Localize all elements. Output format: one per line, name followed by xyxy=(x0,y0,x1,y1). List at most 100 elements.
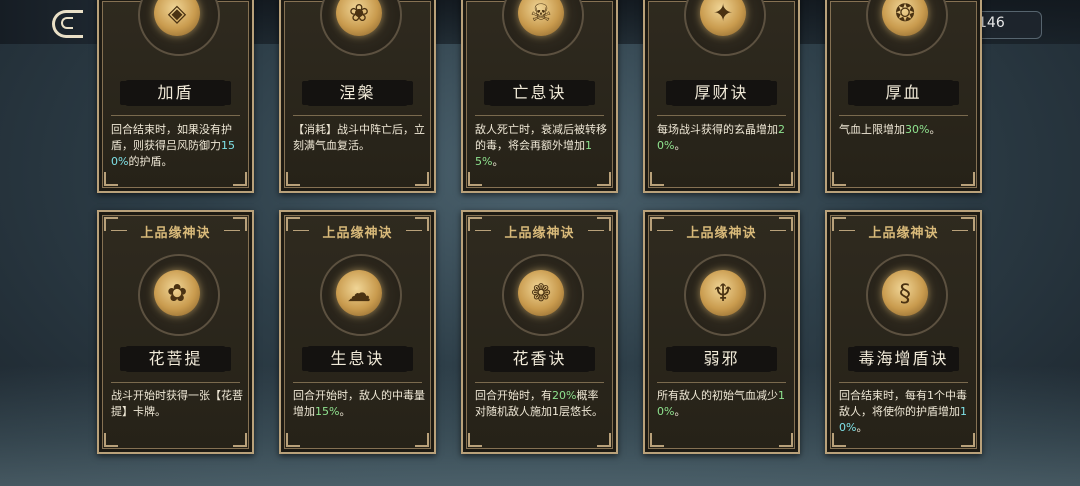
card-name-band: 弱邪 xyxy=(671,346,772,372)
card-emblem: ✿ xyxy=(138,254,220,336)
card-divider xyxy=(839,382,968,383)
card-emblem: ☁ xyxy=(320,254,402,336)
card-description: 回合结束时，如果没有护盾，则获得吕风防御力150%的护盾。 xyxy=(111,123,235,168)
corner-ornament xyxy=(597,433,611,447)
corner-ornament xyxy=(832,433,846,447)
card-emblem: § xyxy=(866,254,948,336)
card-description: 战斗开始时获得一张【花菩提】卡牌。 xyxy=(111,389,243,418)
card-divider xyxy=(839,115,968,116)
card-divider xyxy=(111,115,240,116)
card-grade-title: 上品缘神诀 xyxy=(111,222,240,241)
card-emblem: ❁ xyxy=(502,254,584,336)
card-emblem: ◈ xyxy=(138,0,220,56)
currency-value: 146 xyxy=(978,15,1005,31)
corner-ornament xyxy=(832,172,846,186)
corner-ornament xyxy=(779,217,793,231)
card-name: 亡息诀 xyxy=(512,83,567,102)
card-emblem: ✦ xyxy=(684,0,766,56)
card-description: 每场战斗获得的玄晶增加20%。 xyxy=(657,123,785,152)
card-name: 厚血 xyxy=(885,83,922,102)
corner-ornament xyxy=(286,217,300,231)
back-swirl-icon xyxy=(52,10,83,38)
card-description: 回合开始时，有20%概率对随机敌人施加1层悠长。 xyxy=(475,389,603,418)
card-duhaizengdunjue[interactable]: 上品缘神诀 § 毒海增盾诀 回合结束时，每有1个中毒敌人，将使你的护盾增加10%… xyxy=(825,210,982,454)
scroll-icon: ✦ xyxy=(700,0,746,36)
card-name-band: 毒海增盾诀 xyxy=(853,346,954,372)
serpent-icon: § xyxy=(882,270,928,316)
corner-ornament xyxy=(961,433,975,447)
card-name-band: 涅槃 xyxy=(307,80,408,106)
blood-drop-icon: ❂ xyxy=(882,0,928,36)
card-ruoxie[interactable]: 上品缘神诀 ♆ 弱邪 所有敌人的初始气血减少10%。 xyxy=(643,210,800,454)
card-shengxijue[interactable]: 上品缘神诀 ☁ 生息诀 回合开始时，敌人的中毒量增加15%。 xyxy=(279,210,436,454)
card-emblem: ♆ xyxy=(684,254,766,336)
card-name: 加盾 xyxy=(157,83,194,102)
card-name: 花香诀 xyxy=(512,349,567,368)
card-divider xyxy=(111,382,240,383)
corner-ornament xyxy=(286,433,300,447)
card-description: 回合开始时，敌人的中毒量增加15%。 xyxy=(293,389,425,418)
corner-ornament xyxy=(233,433,247,447)
card-description: 敌人死亡时，衰减后被转移的毒，将会再额外增加15%。 xyxy=(475,123,607,168)
corner-ornament xyxy=(650,172,664,186)
card-name-band: 厚血 xyxy=(853,80,954,106)
card-name: 弱邪 xyxy=(703,349,740,368)
card-description: 回合结束时，每有1个中毒敌人，将使你的护盾增加10%。 xyxy=(839,389,967,434)
card-name-band: 花菩提 xyxy=(125,346,226,372)
card-description: 【消耗】战斗中阵亡后，立刻满气血复活。 xyxy=(293,123,425,152)
flower-icon: ❁ xyxy=(518,270,564,316)
card-emblem: ❀ xyxy=(320,0,402,56)
card-grade-title: 上品缘神诀 xyxy=(475,222,604,241)
corner-ornament xyxy=(415,433,429,447)
corner-ornament xyxy=(104,217,118,231)
card-jiadun[interactable]: ◈ 加盾 回合结束时，如果没有护盾，则获得吕风防御力150%的护盾。 xyxy=(97,0,254,193)
card-divider xyxy=(657,115,786,116)
corner-ornament xyxy=(233,217,247,231)
card-grade-title: 上品缘神诀 xyxy=(293,222,422,241)
corner-ornament xyxy=(779,433,793,447)
card-wangxijue[interactable]: ☠ 亡息诀 敌人死亡时，衰减后被转移的毒，将会再额外增加15%。 xyxy=(461,0,618,193)
card-niepan[interactable]: ❀ 涅槃 【消耗】战斗中阵亡后，立刻满气血复活。 xyxy=(279,0,436,193)
card-name-band: 亡息诀 xyxy=(489,80,590,106)
corner-ornament xyxy=(415,172,429,186)
card-houcaijue[interactable]: ✦ 厚财诀 每场战斗获得的玄晶增加20%。 xyxy=(643,0,800,193)
card-divider xyxy=(293,382,422,383)
card-name: 花菩提 xyxy=(148,349,203,368)
card-houxue[interactable]: ❂ 厚血 气血上限增加30%。 xyxy=(825,0,982,193)
corner-ornament xyxy=(415,217,429,231)
cloud-icon: ☁ xyxy=(336,270,382,316)
card-name-band: 加盾 xyxy=(125,80,226,106)
card-emblem: ❂ xyxy=(866,0,948,56)
corner-ornament xyxy=(597,217,611,231)
card-description: 气血上限增加30%。 xyxy=(839,123,941,136)
card-divider xyxy=(657,382,786,383)
card-name-band: 花香诀 xyxy=(489,346,590,372)
mask-icon: ♆ xyxy=(700,270,746,316)
card-divider xyxy=(475,115,604,116)
card-huaputi[interactable]: 上品缘神诀 ✿ 花菩提 战斗开始时获得一张【花菩提】卡牌。 xyxy=(97,210,254,454)
card-huaxiangjue[interactable]: 上品缘神诀 ❁ 花香诀 回合开始时，有20%概率对随机敌人施加1层悠长。 xyxy=(461,210,618,454)
card-name-band: 生息诀 xyxy=(307,346,408,372)
shield-icon: ◈ xyxy=(154,0,200,36)
corner-ornament xyxy=(650,433,664,447)
corner-ornament xyxy=(961,172,975,186)
corner-ornament xyxy=(832,217,846,231)
card-divider xyxy=(475,382,604,383)
corner-ornament xyxy=(104,172,118,186)
corner-ornament xyxy=(961,217,975,231)
card-description: 所有敌人的初始气血减少10%。 xyxy=(657,389,785,418)
card-name-band: 厚财诀 xyxy=(671,80,772,106)
corner-ornament xyxy=(779,172,793,186)
corner-ornament xyxy=(233,172,247,186)
corner-ornament xyxy=(468,433,482,447)
skull-icon: ☠ xyxy=(518,0,564,36)
card-name: 生息诀 xyxy=(330,349,385,368)
corner-ornament xyxy=(468,217,482,231)
corner-ornament xyxy=(650,217,664,231)
corner-ornament xyxy=(286,172,300,186)
card-name: 厚财诀 xyxy=(694,83,749,102)
card-name: 涅槃 xyxy=(339,83,376,102)
corner-ornament xyxy=(597,172,611,186)
card-grade-title: 上品缘神诀 xyxy=(839,222,968,241)
card-name: 毒海增盾诀 xyxy=(858,349,949,368)
